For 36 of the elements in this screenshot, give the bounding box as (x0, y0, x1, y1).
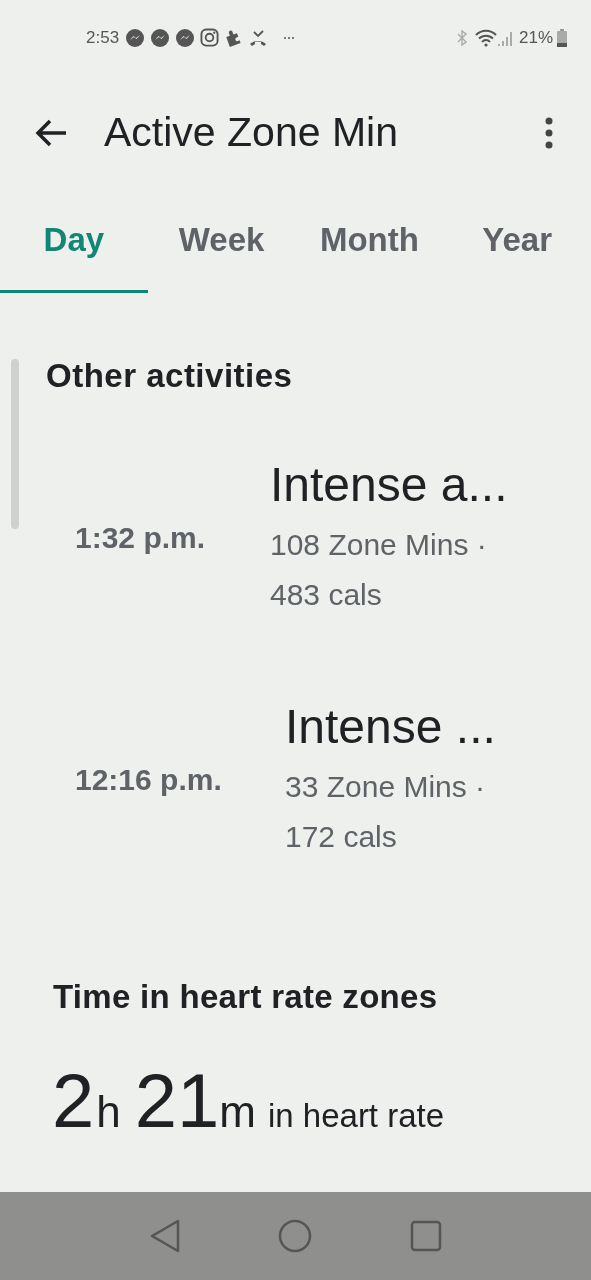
instagram-icon (200, 28, 220, 47)
back-icon[interactable] (148, 1219, 181, 1253)
status-time: 2:53 (86, 26, 120, 49)
messenger-icon (175, 27, 196, 48)
hours-unit: h (96, 1086, 121, 1138)
section-heading: Other activities (46, 356, 293, 396)
page-title: Active Zone Min (104, 107, 399, 157)
recent-apps-icon[interactable] (410, 1220, 443, 1252)
tab[interactable]: Week (147, 190, 296, 293)
duration-caption: in heart rate (267, 1096, 445, 1136)
activity-title: Intense a... (270, 456, 508, 513)
duration-minutes: 21 (134, 1061, 220, 1141)
home-icon[interactable] (278, 1219, 313, 1253)
tab[interactable]: Month (295, 190, 444, 293)
activity-details: 33 Zone Mins · (285, 768, 487, 805)
activity-time: 12:16 p.m. (75, 763, 222, 796)
battery-icon (557, 28, 567, 47)
battery-percentage: 21% (518, 26, 553, 49)
messenger-icon (150, 27, 171, 48)
activity-calories: 483 cals (270, 576, 383, 613)
missed-call-icon (248, 28, 269, 47)
minutes-unit: m (219, 1086, 256, 1138)
activity-details: 108 Zone Mins · (270, 526, 488, 563)
tab[interactable]: Day (0, 190, 148, 293)
section-heading: Time in heart rate zones (53, 976, 438, 1017)
messenger-icon (125, 27, 146, 48)
back-arrow-icon[interactable] (34, 117, 68, 148)
more-options-icon[interactable] (545, 116, 553, 149)
activity-calories: 172 cals (285, 818, 398, 855)
duration-hours: 2 (52, 1061, 95, 1141)
bluetooth-icon (456, 29, 467, 46)
more-notifications-icon (283, 35, 296, 40)
activity-title: Intense ... (285, 698, 496, 755)
tab[interactable]: Year (443, 190, 591, 293)
wifi-icon (474, 28, 497, 47)
activity-time: 1:32 p.m. (75, 521, 206, 554)
